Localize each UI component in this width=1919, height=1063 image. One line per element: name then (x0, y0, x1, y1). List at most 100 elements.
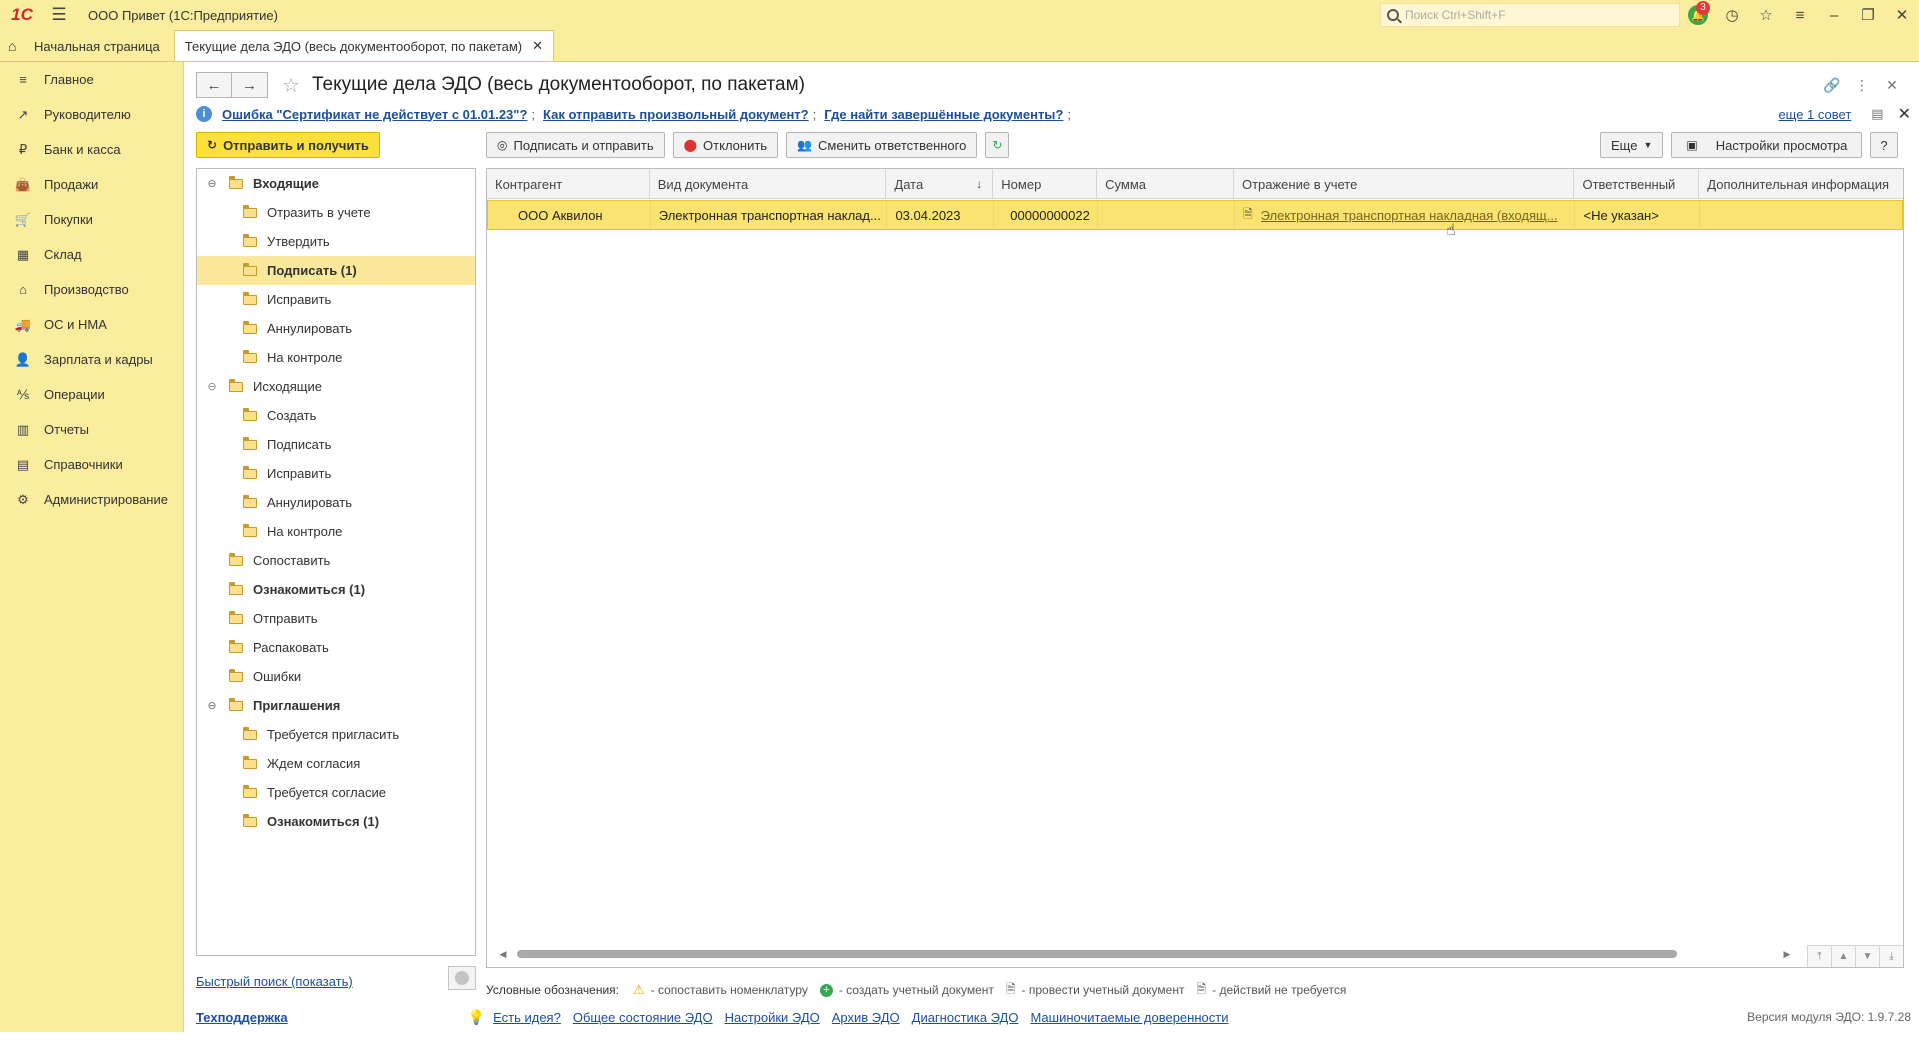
tree-node[interactable]: Исправить (197, 285, 475, 314)
tree-node[interactable]: Подписать (1) (197, 256, 475, 285)
scroll-left-icon[interactable]: ◀ (495, 949, 511, 960)
scroll-up-icon[interactable]: ▲ (1831, 945, 1855, 967)
more-tips-link[interactable]: еще 1 совет (1778, 107, 1851, 122)
quick-search-button[interactable] (448, 966, 476, 990)
tree-node[interactable]: Распаковать (197, 633, 475, 662)
sidebar-item-10[interactable]: ▥ Отчеты (0, 412, 183, 447)
table-row[interactable]: ООО Аквилон Электронная транспортная нак… (487, 200, 1903, 230)
sidebar-item-6[interactable]: ⌂ Производство (0, 272, 183, 307)
restore-icon[interactable]: ❐ (1851, 0, 1885, 30)
footer-link-edo-diagnostics[interactable]: Диагностика ЭДО (912, 1010, 1019, 1025)
tree-node[interactable]: ⊖ Входящие (197, 169, 475, 198)
tree-node[interactable]: Исправить (197, 459, 475, 488)
favorites-icon[interactable]: ☆ (1749, 0, 1783, 30)
tree-node[interactable]: Подписать (197, 430, 475, 459)
link-icon[interactable]: 🔗 (1817, 77, 1847, 94)
forward-button[interactable]: → (232, 72, 268, 98)
more-actions-icon[interactable]: ⋮ (1847, 77, 1877, 94)
tree-node[interactable]: На контроле (197, 343, 475, 372)
sidebar-item-12[interactable]: ⚙ Администрирование (0, 482, 183, 517)
tree-node[interactable]: На контроле (197, 517, 475, 546)
tree-node[interactable]: Утвердить (197, 227, 475, 256)
tree-node[interactable]: Создать (197, 401, 475, 430)
col-sum[interactable]: Сумма (1097, 169, 1234, 199)
scroll-down-icon[interactable]: ▼ (1855, 945, 1879, 967)
close-tips-icon[interactable]: ✕ (1898, 104, 1911, 124)
tree-node[interactable]: ⊖ Приглашения (197, 691, 475, 720)
tip-link-send-doc[interactable]: Как отправить произвольный документ? (543, 107, 809, 122)
col-accounting[interactable]: Отражение в учете (1234, 169, 1575, 199)
close-window-icon[interactable]: ✕ (1885, 0, 1919, 30)
tab-edo-current[interactable]: Текущие дела ЭДО (весь документооборот, … (173, 30, 555, 61)
tree-node[interactable]: Ждем согласия (197, 749, 475, 778)
sort-arrow-icon: ↓ (976, 177, 983, 191)
col-date[interactable]: Дата ↓ (886, 169, 994, 199)
footer-link-edo-status[interactable]: Общее состояние ЭДО (573, 1010, 713, 1025)
change-responsible-button[interactable]: 👥 Сменить ответственного (786, 132, 978, 158)
footer-link-poa[interactable]: Машиночитаемые доверенности (1030, 1010, 1228, 1025)
tree-node[interactable]: Требуется согласие (197, 778, 475, 807)
reject-button[interactable]: ⬤ Отклонить (672, 132, 779, 158)
favorite-star-icon[interactable]: ☆ (274, 73, 308, 98)
col-responsible[interactable]: Ответственный (1574, 169, 1700, 199)
send-receive-button[interactable]: ↻ Отправить и получить (196, 132, 380, 158)
back-button[interactable]: ← (196, 72, 232, 98)
history-icon[interactable]: ◷ (1715, 0, 1749, 30)
close-form-icon[interactable]: ✕ (1877, 77, 1907, 94)
close-tab-icon[interactable]: ✕ (532, 38, 543, 54)
tips-list-icon[interactable]: ▤ (1871, 106, 1883, 122)
sidebar-item-0[interactable]: ≡ Главное (0, 62, 183, 97)
col-doc-type[interactable]: Вид документа (650, 169, 887, 199)
global-search-input[interactable]: Поиск Ctrl+Shift+F (1380, 3, 1680, 27)
tree-node[interactable]: Отправить (197, 604, 475, 633)
scroll-right-icon[interactable]: ▶ (1779, 949, 1795, 960)
tree-node[interactable]: Требуется пригласить (197, 720, 475, 749)
sidebar-item-9[interactable]: ⅍ Операции (0, 377, 183, 412)
sidebar-item-4[interactable]: 🛒 Покупки (0, 202, 183, 237)
main-menu-icon[interactable]: ☰ (44, 0, 74, 30)
sidebar-item-5[interactable]: ▦ Склад (0, 237, 183, 272)
support-link[interactable]: Техподдержка (196, 1010, 288, 1025)
tree-node[interactable]: Аннулировать (197, 488, 475, 517)
sidebar-item-8[interactable]: 👤 Зарплата и кадры (0, 342, 183, 377)
tree-node[interactable]: Ознакомиться (1) (197, 807, 475, 836)
help-button[interactable]: ? (1870, 132, 1898, 158)
footer-link-edo-archive[interactable]: Архив ЭДО (832, 1010, 900, 1025)
minimize-icon[interactable]: – (1817, 0, 1851, 30)
tab-home[interactable]: ⌂ Начальная страница (0, 31, 170, 61)
quick-search-link[interactable]: Быстрый поиск (показать) (196, 974, 353, 989)
sidebar-item-7[interactable]: 🚚 ОС и НМА (0, 307, 183, 342)
sidebar-item-1[interactable]: ↗ Руководителю (0, 97, 183, 132)
sidebar-item-3[interactable]: 👜 Продажи (0, 167, 183, 202)
scroll-last-icon[interactable]: ⤓ (1879, 945, 1903, 967)
view-settings-button[interactable]: ▣ Настройки просмотра (1671, 132, 1863, 158)
tree-node[interactable]: ⊖ Исходящие (197, 372, 475, 401)
scroll-first-icon[interactable]: ⤒ (1807, 945, 1831, 967)
sidebar-item-11[interactable]: ▤ Справочники (0, 447, 183, 482)
col-counterparty[interactable]: Контрагент (487, 169, 650, 199)
footer-link-edo-settings[interactable]: Настройки ЭДО (725, 1010, 820, 1025)
tip-link-completed[interactable]: Где найти завершённые документы? (824, 107, 1063, 122)
col-number[interactable]: Номер (993, 169, 1098, 199)
collapse-toggle-icon[interactable]: ⊖ (205, 380, 219, 393)
collapse-toggle-icon[interactable]: ⊖ (205, 699, 219, 712)
accounting-doc-link[interactable]: Электронная транспортная накладная (вход… (1261, 208, 1558, 223)
sign-send-button[interactable]: ◎ Подписать и отправить (486, 132, 665, 158)
refresh-button[interactable]: ↻ (985, 132, 1010, 158)
scrollbar-thumb[interactable] (517, 950, 1677, 958)
tree-node[interactable]: Ошибки (197, 662, 475, 691)
tree-node[interactable]: Отразить в учете (197, 198, 475, 227)
more-button[interactable]: Еще ▼ (1600, 132, 1664, 158)
horizontal-scrollbar[interactable]: ◀ ▶ (495, 949, 1795, 959)
tree-node[interactable]: Ознакомиться (1) (197, 575, 475, 604)
col-extra[interactable]: Дополнительная информация (1699, 169, 1903, 199)
footer-link-idea[interactable]: Есть идея? (493, 1010, 561, 1025)
1c-logo[interactable]: 1С (0, 0, 44, 30)
sidebar-item-2[interactable]: ₽ Банк и касса (0, 132, 183, 167)
tree-node[interactable]: Аннулировать (197, 314, 475, 343)
collapse-toggle-icon[interactable]: ⊖ (205, 177, 219, 190)
notifications-button[interactable]: 🔔 3 (1681, 0, 1715, 30)
tip-link-certificate[interactable]: Ошибка "Сертификат не действует с 01.01.… (222, 107, 527, 122)
functions-menu-icon[interactable]: ≡ (1783, 0, 1817, 30)
tree-node[interactable]: Сопоставить (197, 546, 475, 575)
